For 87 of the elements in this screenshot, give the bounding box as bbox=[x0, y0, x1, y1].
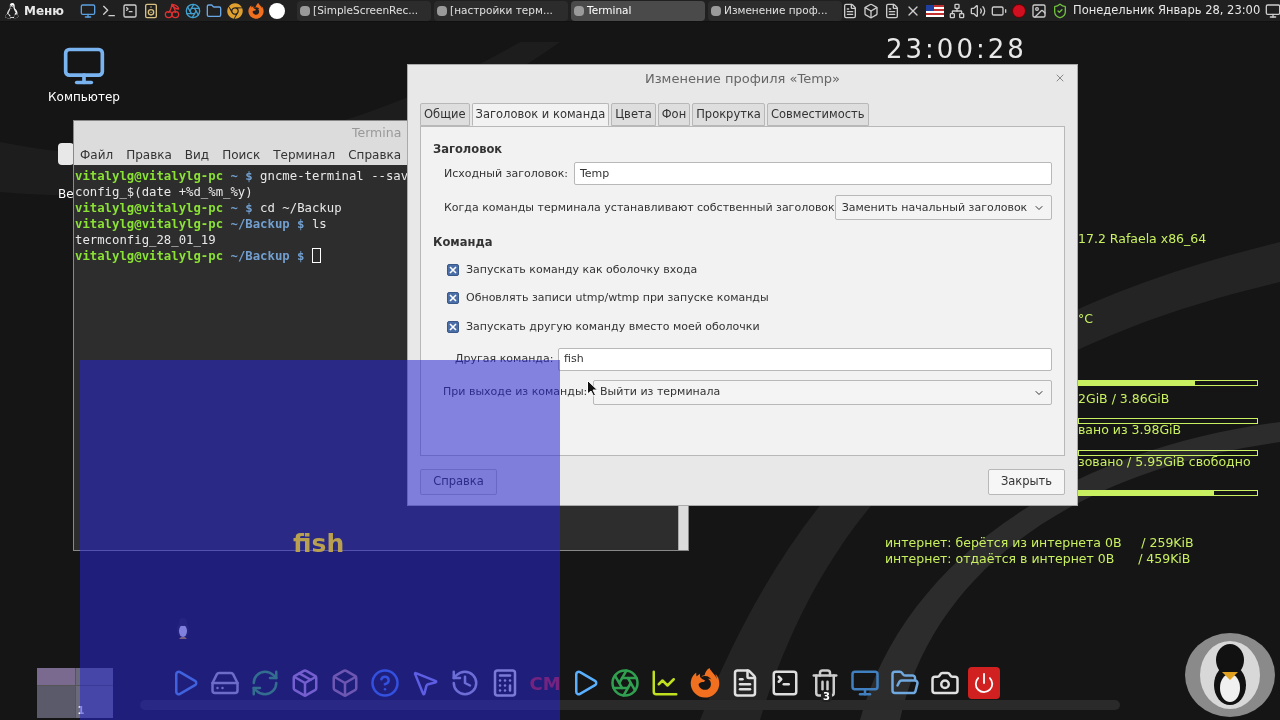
overlay-label: fish bbox=[293, 528, 345, 560]
shield-icon[interactable] bbox=[1052, 2, 1069, 19]
trash-count: 3 bbox=[821, 691, 832, 702]
network-icon[interactable] bbox=[949, 2, 966, 19]
taskbar-button[interactable]: [настройки терм... bbox=[434, 0, 569, 21]
menu-button[interactable]: Меню bbox=[0, 0, 73, 21]
tab[interactable]: Цвета bbox=[611, 103, 656, 126]
close-button[interactable]: Закрыть bbox=[988, 469, 1065, 495]
taskbar-button[interactable]: Изменение проф... bbox=[708, 0, 843, 21]
monitor-icon[interactable] bbox=[1265, 2, 1280, 19]
tab[interactable]: Фон bbox=[657, 103, 691, 126]
aperture-icon[interactable] bbox=[608, 666, 642, 700]
terminal-text: vitalylg@vitalylg-pc bbox=[75, 248, 224, 264]
menu-item[interactable]: Файл bbox=[80, 146, 114, 164]
clock-text[interactable]: Понедельник Январь 28, 23:00 bbox=[1073, 1, 1261, 20]
terminal-text: vitalylg@vitalylg-pc bbox=[75, 216, 224, 232]
terminal-icon[interactable] bbox=[122, 2, 139, 19]
terminal-text: termconfig_28_01_19 bbox=[75, 232, 216, 248]
speaker-icon[interactable] bbox=[143, 2, 160, 19]
system-info-text: вано из 3.98GiB bbox=[1078, 424, 1182, 437]
document-icon[interactable] bbox=[842, 2, 859, 19]
field-label: Когда команды терминала устанавливают собственный заголовок bbox=[444, 199, 835, 216]
desktop-icon-label[interactable]: Компьютер bbox=[48, 88, 120, 106]
terminal-text: cd ~/Backup bbox=[260, 200, 342, 216]
terminal-text: gncme-terminal --sav bbox=[260, 168, 409, 184]
text-field[interactable]: Temp bbox=[574, 162, 1052, 186]
power-icon[interactable] bbox=[968, 667, 1000, 699]
tab[interactable]: Прокрутка bbox=[692, 103, 765, 126]
monitor-icon[interactable] bbox=[80, 2, 97, 19]
network-text: интернет: берётся из интернета 0В / 259KiB bbox=[885, 535, 1194, 551]
browser-icon[interactable] bbox=[227, 2, 244, 19]
checkbox-label[interactable]: Обновлять записи utmp/wtmp при запуске команды bbox=[466, 290, 769, 307]
menu-item[interactable]: Вид bbox=[184, 146, 210, 164]
checkbox[interactable] bbox=[447, 263, 459, 276]
box-icon[interactable] bbox=[863, 2, 880, 19]
flag-icon[interactable] bbox=[926, 4, 945, 17]
menu-item[interactable]: Поиск bbox=[222, 146, 261, 164]
image-icon[interactable] bbox=[1031, 2, 1048, 19]
taskbar-button[interactable]: Terminal bbox=[571, 0, 706, 21]
menu-item[interactable]: Справка bbox=[348, 146, 402, 164]
terminal-text: config_$(date +%d_%m_%y) bbox=[75, 184, 253, 200]
menu-item[interactable]: Правка bbox=[126, 146, 172, 164]
system-info-text: °C bbox=[1078, 313, 1093, 326]
workspace-number: 1 bbox=[77, 704, 85, 718]
tab[interactable]: Общие bbox=[420, 103, 470, 126]
window-title: Изменение профиля «Temp» bbox=[644, 70, 841, 89]
menu-item[interactable]: Терминал bbox=[273, 146, 336, 164]
cherry-icon[interactable] bbox=[164, 2, 181, 19]
taskbar-button[interactable]: [SimpleScreenRec... bbox=[297, 0, 432, 21]
terminal-text: ~ $ bbox=[229, 200, 254, 216]
document-icon[interactable] bbox=[884, 2, 901, 19]
folder-icon[interactable] bbox=[206, 2, 223, 19]
record-icon[interactable] bbox=[1012, 3, 1027, 18]
checkbox[interactable] bbox=[447, 292, 459, 305]
terminal-text: ~ $ bbox=[229, 168, 254, 184]
text-cursor bbox=[311, 248, 321, 263]
network-text: интернет: отдаётся в интернет 0В / 459KiB bbox=[885, 551, 1192, 567]
section-heading: Заголовок bbox=[433, 141, 504, 158]
browser-icon[interactable] bbox=[688, 666, 722, 700]
volume-icon[interactable] bbox=[970, 2, 987, 19]
system-info-text: 2GiB / 3.86GiB bbox=[1078, 393, 1170, 406]
penguin-icon[interactable] bbox=[4, 2, 20, 19]
checkbox-label[interactable]: Запускать другую команду вместо моей оболочки bbox=[466, 318, 760, 335]
clock-widget: 23:00:28 bbox=[886, 36, 1027, 62]
dropdown[interactable]: Выйти из терминала bbox=[593, 380, 1052, 405]
desktop-icon-image[interactable] bbox=[58, 143, 74, 165]
desktop-icon-label[interactable]: Ве bbox=[58, 185, 74, 203]
field-label: Исходный заголовок: bbox=[444, 165, 570, 182]
terminal-text: ~/Backup $ bbox=[229, 248, 306, 264]
terminal-text: vitalylg@vitalylg-pc bbox=[75, 168, 224, 184]
browser-icon[interactable] bbox=[248, 2, 265, 19]
terminal-text: ls bbox=[311, 216, 327, 232]
system-info-text: зовано / 5.95GiB свободно bbox=[1078, 456, 1251, 469]
checkbox-label[interactable]: Запускать команду как оболочку входа bbox=[466, 261, 698, 278]
text-field[interactable]: fish bbox=[558, 348, 1052, 371]
tab[interactable]: Заголовок и команда bbox=[471, 103, 610, 126]
penguin-icon bbox=[176, 617, 190, 639]
window-title: Termina bbox=[352, 123, 402, 142]
tab[interactable]: Совместимость bbox=[766, 103, 869, 126]
swirl-icon[interactable] bbox=[185, 2, 202, 19]
system-info-text: 17.2 Rafaela x86_64 bbox=[1078, 233, 1207, 246]
cursor-icon bbox=[587, 380, 598, 397]
terminal-text: vitalylg@vitalylg-pc bbox=[75, 200, 224, 216]
dropdown[interactable]: Заменить начальный заголовок bbox=[834, 195, 1052, 221]
checkbox[interactable] bbox=[447, 320, 459, 333]
section-heading: Команда bbox=[433, 234, 494, 252]
terminal-text: ~/Backup $ bbox=[229, 216, 306, 232]
